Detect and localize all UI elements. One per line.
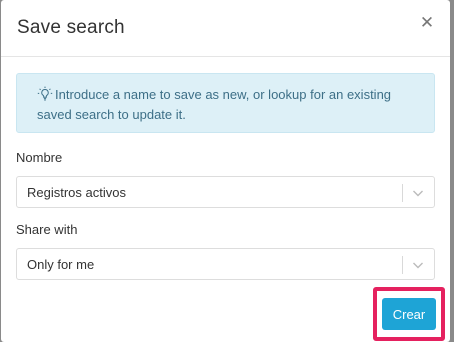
select-separator <box>402 256 403 274</box>
close-button[interactable]: ✕ <box>418 13 436 32</box>
modal-header: Save search ✕ <box>1 0 450 57</box>
name-label: Nombre <box>16 150 63 165</box>
name-select-value: Registros activos <box>27 185 126 200</box>
create-button[interactable]: Crear <box>382 298 436 330</box>
close-icon: ✕ <box>419 13 435 32</box>
chevron-down-icon[interactable] <box>410 185 426 201</box>
modal-title: Save search <box>17 17 125 38</box>
modal-body: Introduce a name to save as new, or look… <box>1 57 450 280</box>
lightbulb-icon <box>37 86 53 101</box>
name-select[interactable]: Registros activos <box>16 176 435 208</box>
chevron-down-icon[interactable] <box>410 257 426 273</box>
highlight-box: Crear <box>373 287 445 341</box>
share-label: Share with <box>16 222 78 237</box>
share-select-value: Only for me <box>27 257 95 272</box>
select-separator <box>402 184 403 202</box>
info-alert: Introduce a name to save as new, or look… <box>16 73 435 133</box>
share-select[interactable]: Only for me <box>16 248 435 280</box>
info-text: Introduce a name to save as new, or look… <box>37 87 392 122</box>
